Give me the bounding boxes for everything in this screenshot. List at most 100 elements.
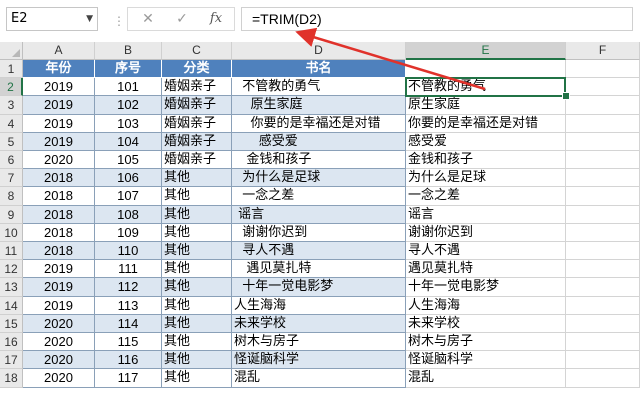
cell-year[interactable]: 2018 <box>23 242 95 261</box>
cell-year[interactable]: 2020 <box>23 369 95 388</box>
cell-title[interactable]: 树木与房子 <box>232 333 406 352</box>
column-header-e[interactable]: E <box>406 42 566 60</box>
cell-number[interactable]: 101 <box>95 78 162 97</box>
cell-f13[interactable] <box>566 278 640 297</box>
cell-year[interactable]: 2018 <box>23 187 95 206</box>
column-header-d[interactable]: D <box>232 42 406 60</box>
cell-title[interactable]: 遇见莫扎特 <box>232 260 406 279</box>
cell-f1[interactable] <box>566 60 640 79</box>
cell-number[interactable]: 114 <box>95 314 162 333</box>
cell-trimmed-title[interactable]: 谢谢你迟到 <box>406 223 566 242</box>
cell-category[interactable]: 其他 <box>162 260 232 279</box>
cell-f9[interactable] <box>566 205 640 224</box>
cell-trimmed-title[interactable]: 怪诞脑科学 <box>406 351 566 370</box>
cell-title[interactable]: 谣言 <box>232 205 406 224</box>
header-cell-category[interactable]: 分类 <box>162 60 232 79</box>
cell-trimmed-title[interactable]: 你要的是幸福还是对错 <box>406 114 566 133</box>
cell-number[interactable]: 108 <box>95 205 162 224</box>
cell-category[interactable]: 其他 <box>162 187 232 206</box>
cell-category[interactable]: 婚姻亲子 <box>162 132 232 151</box>
cell-f7[interactable] <box>566 169 640 188</box>
cell-category[interactable]: 婚姻亲子 <box>162 151 232 170</box>
cell-title[interactable]: 不管教的勇气 <box>232 78 406 97</box>
cell-year[interactable]: 2019 <box>23 296 95 315</box>
cell-f12[interactable] <box>566 260 640 279</box>
cell-title[interactable]: 为什么是足球 <box>232 169 406 188</box>
cell-year[interactable]: 2019 <box>23 114 95 133</box>
cell-title[interactable]: 十年一觉电影梦 <box>232 278 406 297</box>
cell-category[interactable]: 其他 <box>162 333 232 352</box>
cell-f15[interactable] <box>566 314 640 333</box>
row-header-11[interactable]: 11 <box>0 242 23 261</box>
cell-year[interactable]: 2019 <box>23 96 95 115</box>
cell-trimmed-title[interactable]: 原生家庭 <box>406 96 566 115</box>
row-header-8[interactable]: 8 <box>0 187 23 206</box>
cell-title[interactable]: 感受爱 <box>232 132 406 151</box>
cell-f6[interactable] <box>566 151 640 170</box>
cell-trimmed-title[interactable]: 人生海海 <box>406 296 566 315</box>
cell-number[interactable]: 116 <box>95 351 162 370</box>
row-header-6[interactable]: 6 <box>0 151 23 170</box>
cell-number[interactable]: 117 <box>95 369 162 388</box>
cell-title[interactable]: 未来学校 <box>232 314 406 333</box>
row-header-16[interactable]: 16 <box>0 333 23 352</box>
cell-trimmed-title[interactable]: 一念之差 <box>406 187 566 206</box>
cell-title[interactable]: 寻人不遇 <box>232 242 406 261</box>
chevron-down-icon[interactable]: ▼ <box>86 8 93 30</box>
cell-year[interactable]: 2019 <box>23 278 95 297</box>
cell-title[interactable]: 你要的是幸福还是对错 <box>232 114 406 133</box>
cell-title[interactable]: 谢谢你迟到 <box>232 223 406 242</box>
row-header-1[interactable]: 1 <box>0 60 23 79</box>
row-header-3[interactable]: 3 <box>0 96 23 115</box>
cell-year[interactable]: 2020 <box>23 333 95 352</box>
cell-category[interactable]: 婚姻亲子 <box>162 114 232 133</box>
row-header-2[interactable]: 2 <box>0 78 23 97</box>
cell-f3[interactable] <box>566 96 640 115</box>
cell-category[interactable]: 其他 <box>162 223 232 242</box>
close-icon[interactable]: ✕ <box>134 9 162 29</box>
check-icon[interactable]: ✓ <box>168 9 196 29</box>
cell-e1[interactable] <box>406 60 566 79</box>
cell-trimmed-title[interactable]: 遇见莫扎特 <box>406 260 566 279</box>
cell-year[interactable]: 2020 <box>23 351 95 370</box>
cell-trimmed-title[interactable]: 十年一觉电影梦 <box>406 278 566 297</box>
cell-category[interactable]: 其他 <box>162 169 232 188</box>
cell-f17[interactable] <box>566 351 640 370</box>
cell-year[interactable]: 2019 <box>23 132 95 151</box>
row-header-5[interactable]: 5 <box>0 132 23 151</box>
cell-trimmed-title[interactable]: 感受爱 <box>406 132 566 151</box>
insert-function-button[interactable]: fx <box>202 9 230 29</box>
cell-number[interactable]: 109 <box>95 223 162 242</box>
cell-number[interactable]: 111 <box>95 260 162 279</box>
header-cell-number[interactable]: 序号 <box>95 60 162 79</box>
column-header-a[interactable]: A <box>23 42 95 60</box>
cell-number[interactable]: 104 <box>95 132 162 151</box>
cell-number[interactable]: 107 <box>95 187 162 206</box>
cell-year[interactable]: 2018 <box>23 205 95 224</box>
name-box[interactable]: E2 ▼ <box>6 7 98 31</box>
row-header-7[interactable]: 7 <box>0 169 23 188</box>
cell-number[interactable]: 115 <box>95 333 162 352</box>
cell-category[interactable]: 婚姻亲子 <box>162 78 232 97</box>
cell-trimmed-title[interactable]: 混乱 <box>406 369 566 388</box>
cell-number[interactable]: 106 <box>95 169 162 188</box>
drag-handle-icon[interactable]: ⋮ <box>113 14 126 28</box>
row-header-14[interactable]: 14 <box>0 296 23 315</box>
row-header-12[interactable]: 12 <box>0 260 23 279</box>
cell-f16[interactable] <box>566 333 640 352</box>
row-header-4[interactable]: 4 <box>0 114 23 133</box>
column-header-b[interactable]: B <box>95 42 162 60</box>
cell-number[interactable]: 102 <box>95 96 162 115</box>
formula-input[interactable]: =TRIM(D2) <box>241 7 633 31</box>
cell-year[interactable]: 2018 <box>23 223 95 242</box>
cell-number[interactable]: 103 <box>95 114 162 133</box>
cell-f8[interactable] <box>566 187 640 206</box>
cell-f5[interactable] <box>566 132 640 151</box>
cell-year[interactable]: 2020 <box>23 314 95 333</box>
cell-f14[interactable] <box>566 296 640 315</box>
cell-trimmed-title[interactable]: 谣言 <box>406 205 566 224</box>
select-all-corner[interactable] <box>0 42 23 60</box>
cell-f4[interactable] <box>566 114 640 133</box>
row-header-17[interactable]: 17 <box>0 351 23 370</box>
row-header-18[interactable]: 18 <box>0 369 23 388</box>
